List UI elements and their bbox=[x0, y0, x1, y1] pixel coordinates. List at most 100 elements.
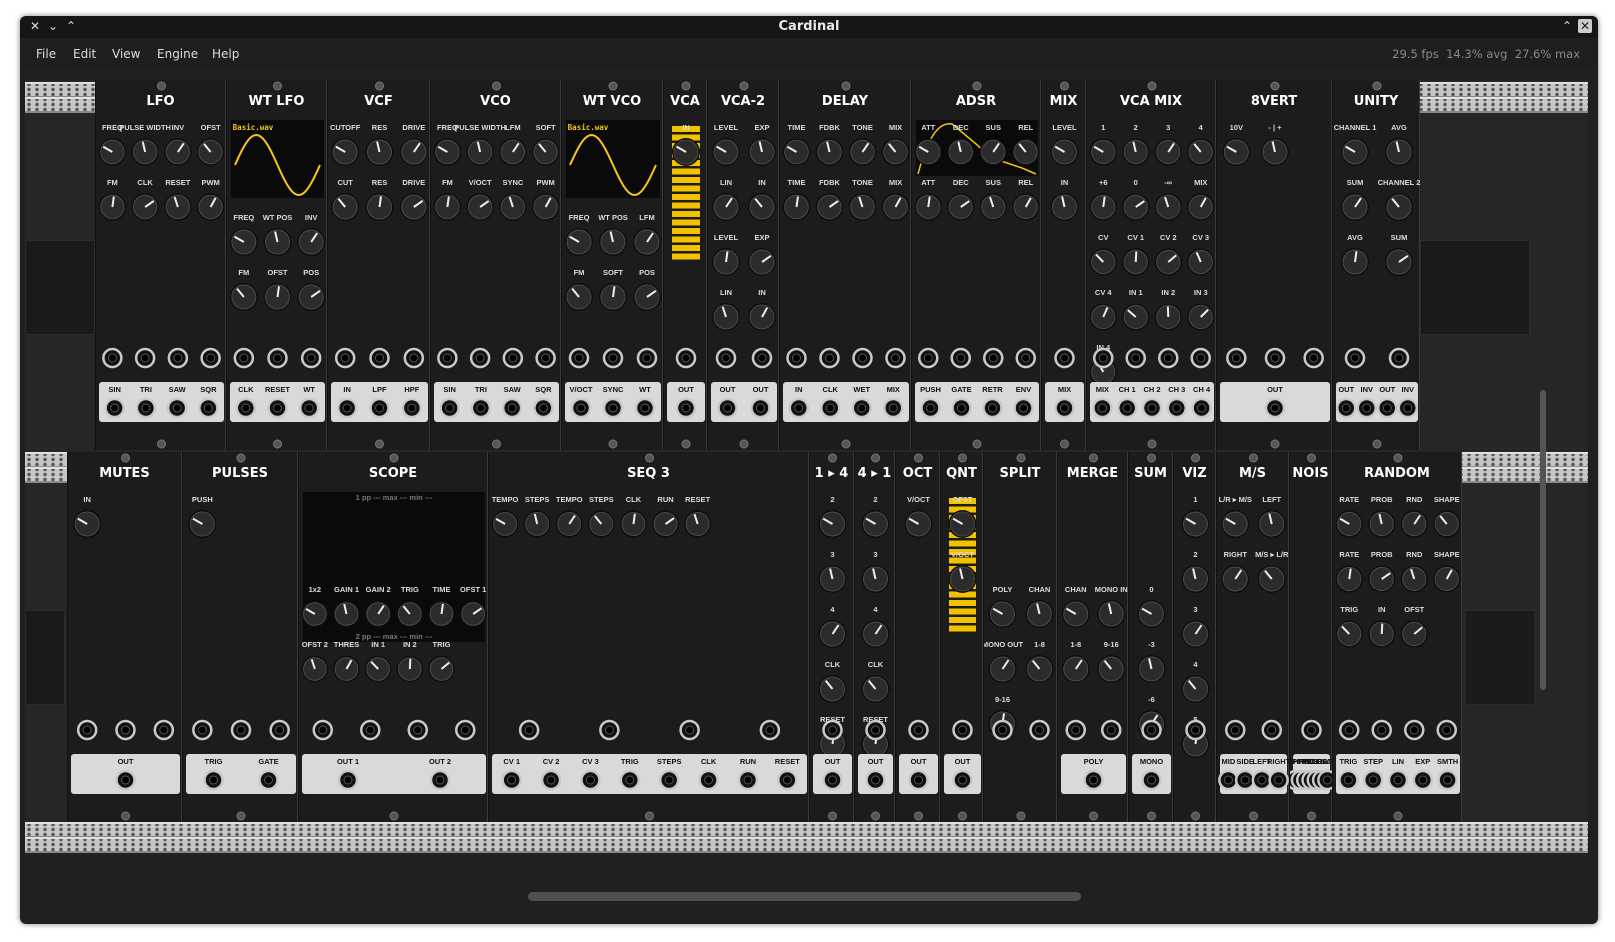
output-jack[interactable] bbox=[1054, 397, 1075, 419]
knob[interactable] bbox=[1341, 138, 1369, 166]
knob[interactable] bbox=[531, 138, 560, 166]
output-jack[interactable] bbox=[982, 397, 1003, 419]
menu-help[interactable]: Help bbox=[212, 47, 239, 61]
input-jack[interactable] bbox=[983, 347, 1004, 369]
output-jack[interactable] bbox=[1234, 769, 1256, 791]
knob[interactable] bbox=[428, 600, 455, 628]
knob[interactable] bbox=[459, 600, 487, 628]
knob[interactable] bbox=[1154, 138, 1182, 166]
output-jack[interactable] bbox=[1336, 397, 1357, 419]
output-jack[interactable] bbox=[820, 397, 841, 419]
input-jack[interactable] bbox=[636, 347, 658, 369]
knob[interactable] bbox=[229, 228, 258, 256]
input-jack[interactable] bbox=[865, 719, 886, 741]
output-jack[interactable] bbox=[135, 397, 157, 419]
output-jack[interactable] bbox=[1317, 769, 1333, 791]
output-jack[interactable] bbox=[602, 397, 624, 419]
input-jack[interactable] bbox=[1141, 719, 1162, 741]
input-jack[interactable] bbox=[1301, 719, 1322, 741]
knob[interactable] bbox=[1221, 510, 1250, 538]
output-jack[interactable] bbox=[865, 769, 886, 791]
input-jack[interactable] bbox=[1015, 347, 1036, 369]
knob[interactable] bbox=[712, 303, 740, 331]
output-jack[interactable] bbox=[1397, 397, 1418, 419]
output-jack[interactable] bbox=[1166, 397, 1188, 419]
knob[interactable] bbox=[333, 655, 360, 683]
output-jack[interactable] bbox=[920, 397, 941, 419]
knob[interactable] bbox=[861, 675, 890, 703]
module-scope[interactable]: SCOPE 1 pp --- max --- min --- 2 pp --- ma… bbox=[298, 452, 488, 822]
output-jack[interactable] bbox=[337, 769, 359, 791]
output-jack[interactable] bbox=[1141, 769, 1162, 791]
knob[interactable] bbox=[1061, 655, 1090, 683]
knob[interactable] bbox=[1181, 675, 1210, 703]
input-jack[interactable] bbox=[1101, 719, 1122, 741]
output-jack[interactable] bbox=[115, 769, 136, 791]
knob[interactable] bbox=[196, 193, 225, 221]
output-jack[interactable] bbox=[658, 769, 680, 791]
knob[interactable] bbox=[98, 138, 127, 166]
input-jack[interactable] bbox=[153, 719, 175, 741]
knob[interactable] bbox=[1433, 565, 1461, 593]
input-jack[interactable] bbox=[267, 347, 288, 369]
input-jack[interactable] bbox=[918, 347, 939, 369]
output-jack[interactable] bbox=[501, 397, 523, 419]
input-jack[interactable] bbox=[502, 347, 524, 369]
maximize-icon[interactable]: ⌃ bbox=[1560, 19, 1574, 33]
vertical-scrollbar[interactable] bbox=[1540, 390, 1546, 690]
knob[interactable] bbox=[1221, 565, 1250, 593]
knob[interactable] bbox=[748, 248, 776, 276]
output-jack[interactable] bbox=[1377, 397, 1398, 419]
knob[interactable] bbox=[433, 193, 462, 221]
input-jack[interactable] bbox=[134, 347, 156, 369]
knob[interactable] bbox=[331, 138, 360, 166]
knob[interactable] bbox=[818, 510, 847, 538]
knob[interactable] bbox=[1187, 248, 1215, 276]
output-jack[interactable] bbox=[198, 397, 219, 419]
knob[interactable] bbox=[1122, 193, 1150, 221]
knob[interactable] bbox=[947, 193, 975, 221]
knob[interactable] bbox=[1025, 655, 1054, 683]
output-jack[interactable] bbox=[1092, 397, 1113, 419]
knob[interactable] bbox=[684, 510, 712, 538]
module-mutes[interactable]: MUTES IN OUT bbox=[67, 452, 182, 822]
input-jack[interactable] bbox=[950, 347, 971, 369]
input-jack[interactable] bbox=[715, 347, 737, 369]
input-jack[interactable] bbox=[1436, 719, 1457, 741]
input-jack[interactable] bbox=[1054, 347, 1075, 369]
knob[interactable] bbox=[1335, 565, 1363, 593]
knob[interactable] bbox=[1385, 193, 1413, 221]
knob[interactable] bbox=[914, 193, 942, 221]
input-jack[interactable] bbox=[602, 347, 624, 369]
input-jack[interactable] bbox=[952, 719, 973, 741]
input-jack[interactable] bbox=[1093, 347, 1114, 369]
output-jack[interactable] bbox=[750, 397, 771, 419]
window-close-icon[interactable]: ✕ bbox=[1578, 19, 1592, 33]
knob[interactable] bbox=[1385, 138, 1413, 166]
output-jack[interactable] bbox=[908, 769, 929, 791]
output-jack[interactable] bbox=[570, 397, 592, 419]
input-jack[interactable] bbox=[1339, 719, 1360, 741]
knob[interactable] bbox=[399, 138, 428, 166]
knob[interactable] bbox=[1154, 193, 1182, 221]
knob[interactable] bbox=[523, 510, 551, 538]
module-adsr[interactable]: ADSR ATT DEC SUS REL ATT DEC SUS REL PUSH GATE RETR… bbox=[911, 80, 1041, 450]
knob[interactable] bbox=[1341, 193, 1369, 221]
knob[interactable] bbox=[164, 193, 192, 221]
input-jack[interactable] bbox=[535, 347, 556, 369]
knob[interactable] bbox=[904, 510, 933, 538]
knob[interactable] bbox=[1012, 193, 1040, 221]
input-jack[interactable] bbox=[908, 719, 929, 741]
output-jack[interactable] bbox=[298, 397, 320, 419]
output-jack[interactable] bbox=[883, 397, 904, 419]
output-jack[interactable] bbox=[1387, 769, 1409, 791]
output-jack[interactable] bbox=[533, 397, 554, 419]
knob[interactable] bbox=[131, 193, 159, 221]
output-jack[interactable] bbox=[619, 769, 641, 791]
output-jack[interactable] bbox=[540, 769, 562, 791]
input-jack[interactable] bbox=[230, 719, 252, 741]
input-jack[interactable] bbox=[1344, 347, 1366, 369]
input-jack[interactable] bbox=[1185, 719, 1206, 741]
output-jack[interactable] bbox=[634, 397, 656, 419]
input-jack[interactable] bbox=[679, 719, 700, 741]
